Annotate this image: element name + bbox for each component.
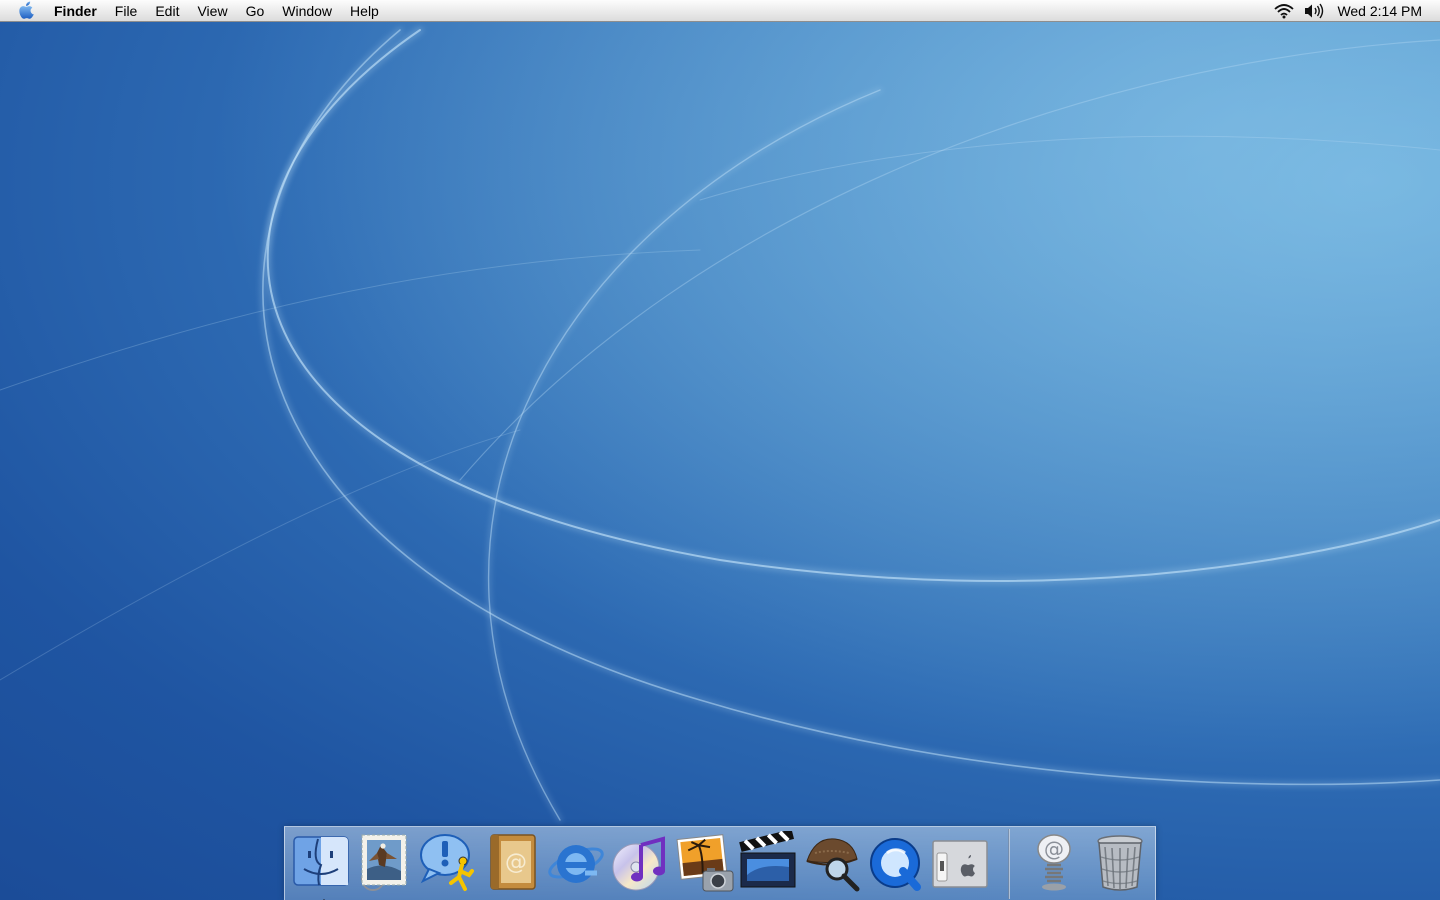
menu-app-finder[interactable]: Finder [48,0,106,22]
wifi-icon[interactable] [1273,0,1295,22]
sherlock-icon[interactable] [801,831,863,893]
svg-text:@: @ [1044,837,1064,861]
menu-edit[interactable]: Edit [146,0,188,22]
dock-divider [1008,829,1010,899]
at-spring-icon[interactable]: @ [1023,831,1085,893]
internet-explorer-icon[interactable] [545,831,607,893]
wallpaper [0,0,1440,900]
system-preferences-icon[interactable] [929,831,991,893]
desktop[interactable]: Finder File Edit View Go Window Help Wed… [0,0,1440,900]
address-book-icon[interactable]: @ [481,831,543,893]
menu-extras: Wed 2:14 PM [1269,0,1440,22]
menu-window[interactable]: Window [273,0,341,22]
iphoto-icon[interactable] [673,831,735,893]
ichat-icon[interactable] [417,831,479,893]
menu-bar: Finder File Edit View Go Window Help Wed… [0,0,1440,22]
menu-file[interactable]: File [106,0,147,22]
menu-go[interactable]: Go [237,0,274,22]
svg-text:@: @ [505,850,527,875]
menu-help[interactable]: Help [341,0,388,22]
apple-icon[interactable] [16,0,38,22]
volume-icon[interactable] [1303,0,1325,22]
menu-view[interactable]: View [188,0,236,22]
finder-icon[interactable] [290,831,352,900]
mail-stamp-icon[interactable] [353,831,415,893]
itunes-icon[interactable] [609,831,671,893]
menu-clock[interactable]: Wed 2:14 PM [1337,0,1422,22]
trash-icon[interactable] [1089,831,1151,893]
quicktime-icon[interactable] [865,831,927,893]
imovie-icon[interactable] [737,831,799,893]
dock: @ @ [284,826,1156,900]
